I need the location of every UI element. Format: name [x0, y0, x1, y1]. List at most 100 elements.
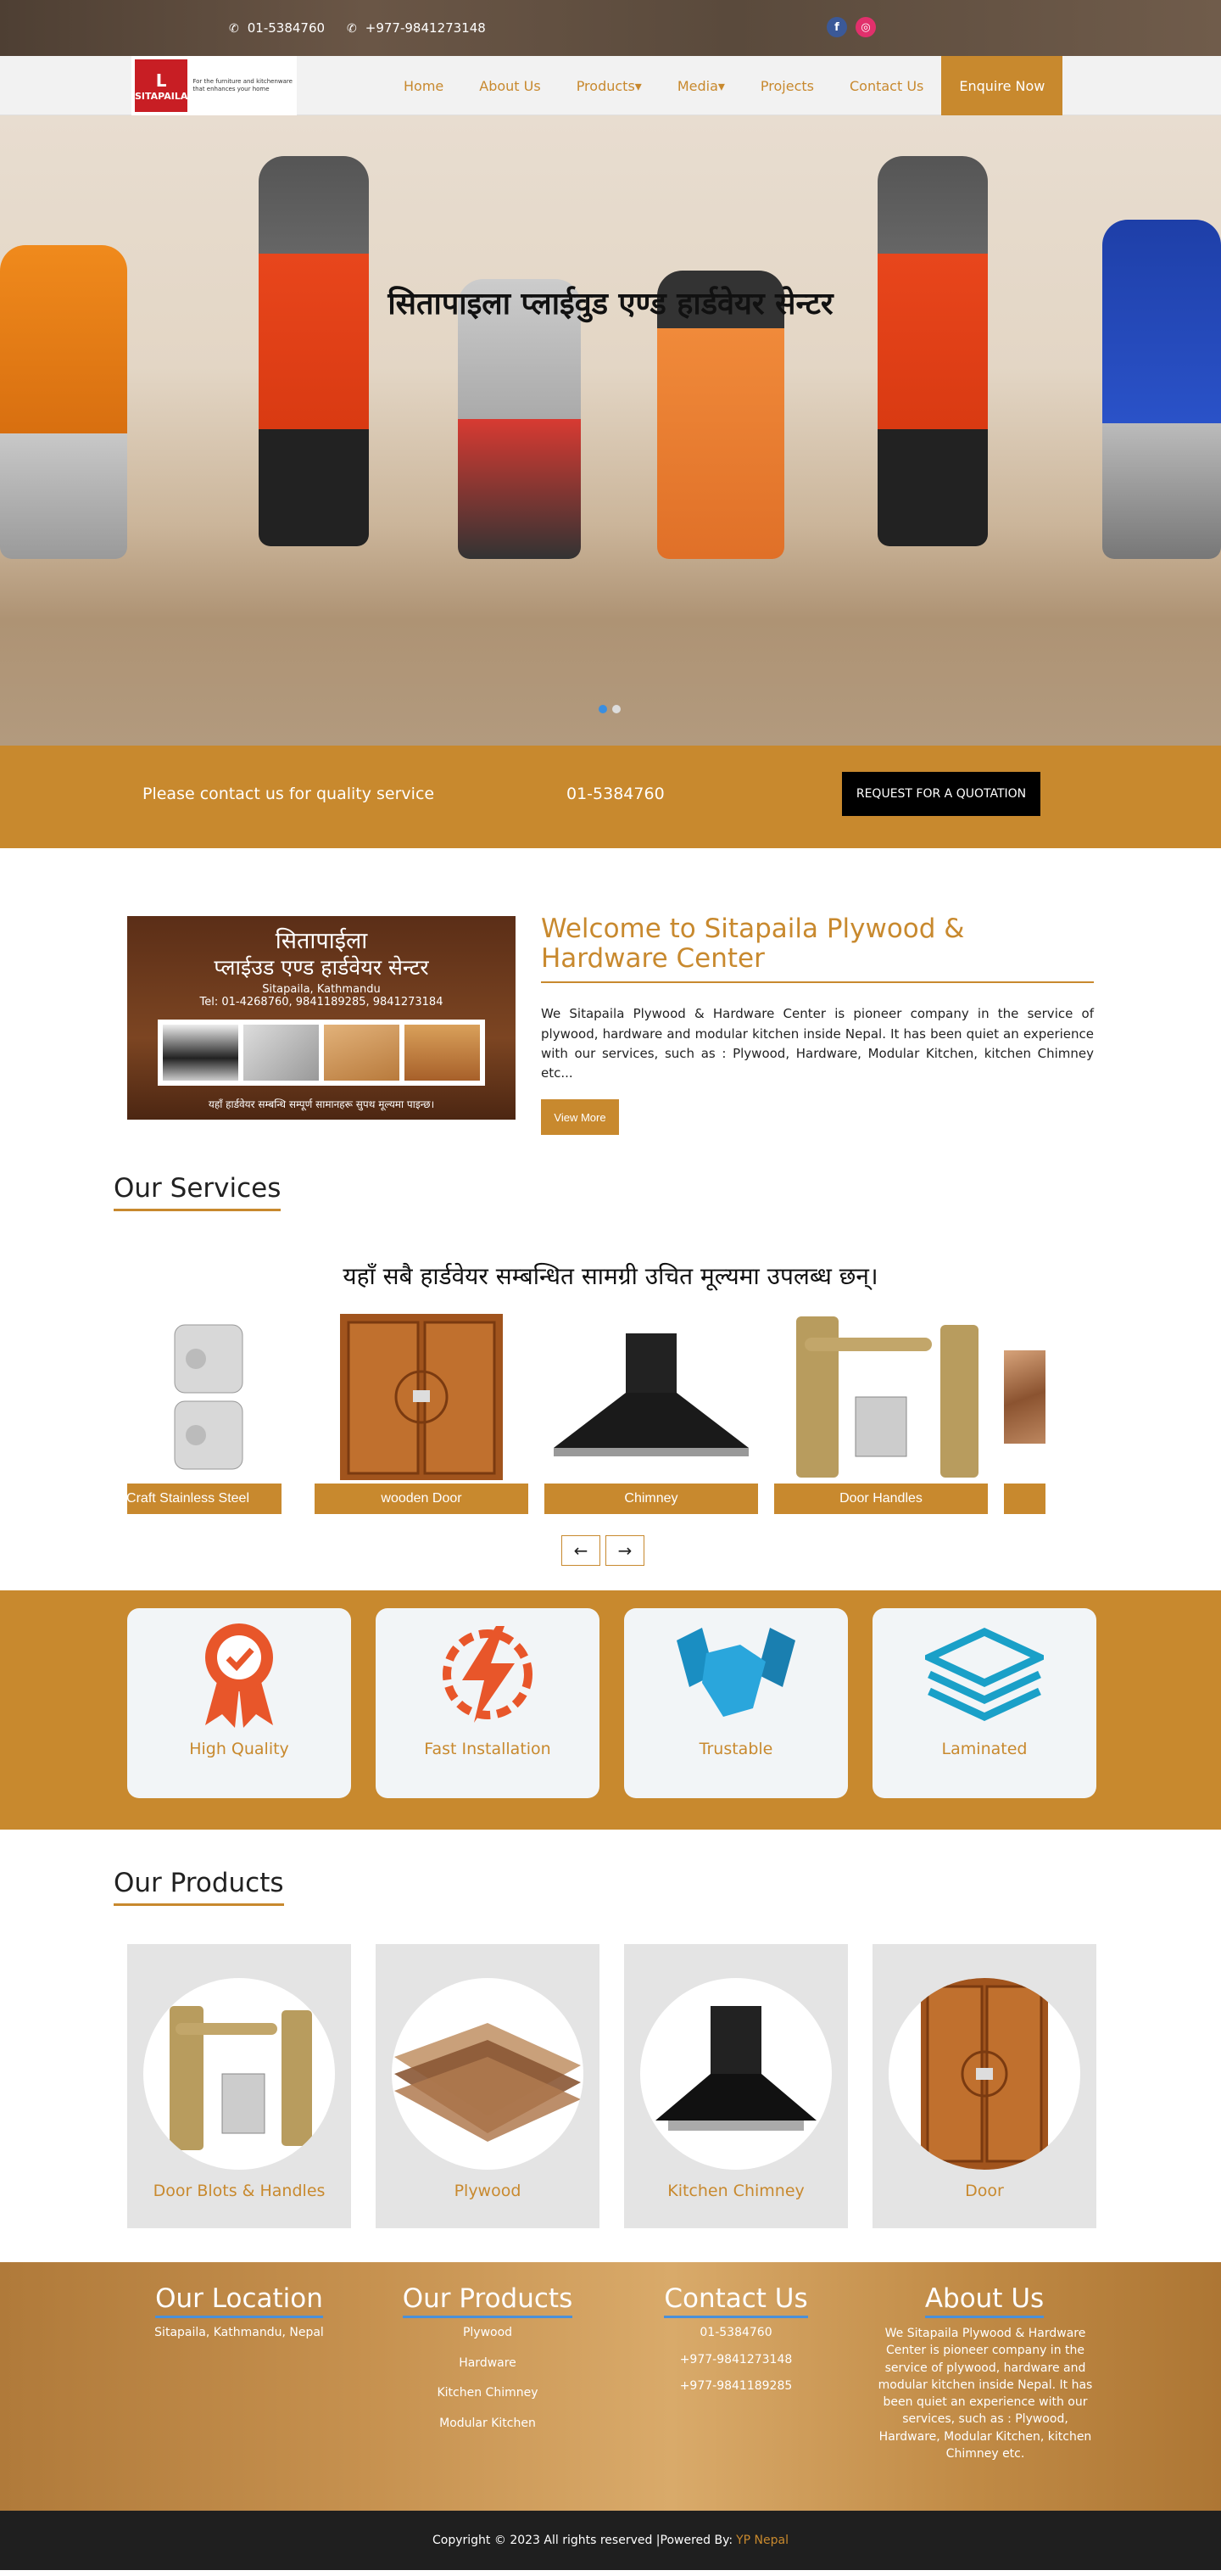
arrow-left-icon[interactable]: ← — [561, 1535, 600, 1566]
site-logo[interactable]: L SITAPAILA For the furniture and kitchen… — [131, 56, 297, 115]
nav-projects[interactable]: Projects — [743, 56, 832, 115]
layers-icon — [873, 1608, 1096, 1740]
service-card[interactable]: Craft Stainless Steel — [127, 1310, 282, 1514]
drill-image — [259, 156, 369, 546]
features-band: High Quality Fast Installation Trustable… — [0, 1590, 1221, 1830]
phone-icon: ✆ — [347, 22, 357, 36]
welcome-body: We Sitapaila Plywood & Hardware Center i… — [541, 1006, 1094, 1081]
footer-contact: Contact Us 01-5384760 +977-9841273148 +9… — [624, 2283, 848, 2395]
facebook-icon[interactable]: f — [827, 17, 847, 37]
services-title: Our Services — [114, 1173, 282, 1211]
service-card[interactable]: wooden Door — [315, 1310, 528, 1514]
banner-heading-1: सितापाईला — [275, 928, 368, 954]
kitchen-chimney-image — [640, 1978, 832, 2170]
slider-dots — [599, 705, 621, 713]
quality-badge-icon — [127, 1608, 351, 1740]
nav-media[interactable]: Media▾ — [660, 56, 743, 115]
welcome-banner-image: सितापाईला प्लाईउड एण्ड हार्डवेयर सेन्टर … — [127, 916, 516, 1120]
phone-1[interactable]: ✆ 01-5384760 — [229, 20, 325, 36]
hero-slider: सितापाइला प्लाईवुड एण्ड हार्डवेयर सेन्टर — [0, 115, 1221, 746]
banner-product-strip — [158, 1020, 485, 1086]
footer-product-link[interactable]: Modular Kitchen — [376, 2416, 599, 2433]
logo-text: SITAPAILA — [135, 90, 188, 102]
services-section: Our Services यहाँ सबै हार्डवेयर सम्बन्धि… — [0, 1158, 1221, 1590]
service-label: Craft Stainless Steel — [127, 1484, 282, 1514]
enquire-now-button[interactable]: Enquire Now — [941, 56, 1063, 115]
service-label: Door Handles — [774, 1484, 988, 1514]
arrow-right-icon[interactable]: → — [605, 1535, 644, 1566]
banner-city: Sitapaila, Kathmandu — [262, 983, 381, 997]
welcome-text: Welcome to Sitapaila Plywood & Hardware … — [541, 914, 1094, 1136]
powered-by-link[interactable]: YP Nepal — [736, 2534, 789, 2547]
feature-name: Trustable — [699, 1740, 773, 1758]
drill-2-image — [878, 156, 988, 546]
top-contacts: ✆ 01-5384760 ✆ +977-9841273148 — [229, 0, 486, 56]
footer-about-title: About Us — [924, 2283, 1045, 2318]
footer-location-title: Our Location — [155, 2283, 323, 2318]
feature-card: Fast Installation — [376, 1608, 599, 1798]
footer-product-link[interactable]: Kitchen Chimney — [376, 2385, 599, 2402]
door-handle-image — [774, 1310, 988, 1484]
nav-contact-us[interactable]: Contact Us — [832, 56, 941, 115]
feature-name: High Quality — [189, 1740, 289, 1758]
footer-contact-item[interactable]: +977-9841273148 — [624, 2352, 848, 2369]
jigsaw-2-image — [1102, 220, 1221, 559]
footer-product-link[interactable]: Plywood — [376, 2325, 599, 2342]
view-more-button[interactable]: View More — [541, 1099, 619, 1136]
footer-about: About Us We Sitapaila Plywood & Hardware… — [873, 2283, 1096, 2462]
product-name: Door Blots & Handles — [153, 2182, 326, 2200]
service-card[interactable]: Door Handles — [774, 1310, 988, 1514]
phone-2-text: +977-9841273148 — [365, 20, 486, 36]
cta-text: Please contact us for quality service — [142, 785, 435, 803]
nav-about-us[interactable]: About Us — [461, 56, 558, 115]
service-card[interactable]: Chimney — [544, 1310, 758, 1514]
plywood-image — [392, 1978, 583, 2170]
service-card[interactable] — [1004, 1310, 1045, 1514]
request-quotation-button[interactable]: REQUEST FOR A QUOTATION — [842, 772, 1040, 816]
footer-contact-item[interactable]: +977-9841189285 — [624, 2378, 848, 2395]
nav-home[interactable]: Home — [386, 56, 461, 115]
site-footer: Our Location Sitapaila, Kathmandu, Nepal… — [0, 2262, 1221, 2511]
instagram-icon[interactable]: ◎ — [856, 17, 876, 37]
copyright-bar: Copyright © 2023 All rights reserved |Po… — [0, 2511, 1221, 2570]
footer-location: Our Location Sitapaila, Kathmandu, Nepal — [127, 2283, 351, 2342]
wooden-door-image — [315, 1310, 528, 1484]
hinge-image — [127, 1310, 282, 1484]
welcome-section: सितापाईला प्लाईउड एण्ड हार्डवेयर सेन्टर … — [0, 848, 1221, 1158]
slider-dot-2[interactable] — [612, 705, 621, 713]
phone-1-text: 01-5384760 — [247, 20, 326, 36]
slider-dot-1[interactable] — [599, 705, 607, 713]
products-title: Our Products — [114, 1868, 284, 1906]
product-name: Plywood — [454, 2182, 521, 2200]
banner-heading-2: प्लाईउड एण्ड हार्डवेयर सेन्टर — [214, 954, 429, 980]
feature-name: Laminated — [941, 1740, 1028, 1758]
phone-icon: ✆ — [229, 22, 239, 36]
banner-footer: यहाँ हार्डवेयर सम्बन्धि सम्पूर्ण सामानहर… — [208, 1098, 435, 1110]
product-name: Kitchen Chimney — [667, 2182, 805, 2200]
feature-card: Laminated — [873, 1608, 1096, 1798]
footer-contact-item[interactable]: 01-5384760 — [624, 2325, 848, 2342]
top-bar: ✆ 01-5384760 ✆ +977-9841273148 f ◎ — [0, 0, 1221, 56]
feature-name: Fast Installation — [424, 1740, 551, 1758]
cta-phone[interactable]: 01-5384760 — [566, 785, 665, 803]
handshake-icon — [624, 1608, 848, 1740]
product-card[interactable]: Door Blots & Handles — [127, 1944, 351, 2228]
footer-location-text: Sitapaila, Kathmandu, Nepal — [154, 2326, 324, 2339]
product-card[interactable]: Door — [873, 1944, 1096, 2228]
cta-band: Please contact us for quality service 01… — [0, 746, 1221, 848]
social-links: f ◎ — [827, 17, 876, 37]
footer-product-link[interactable]: Hardware — [376, 2355, 599, 2372]
product-name: Door — [965, 2182, 1004, 2200]
welcome-title: Welcome to Sitapaila Plywood & Hardware … — [541, 914, 1094, 984]
feature-card: Trustable — [624, 1608, 848, 1798]
nav-menu: Home About Us Products▾ Media▾ Projects … — [386, 56, 1063, 115]
door-handles-image — [143, 1978, 335, 2170]
services-carousel: Craft Stainless Steel wooden Door Chimne… — [127, 1310, 1045, 1514]
product-card[interactable]: Plywood — [376, 1944, 599, 2228]
copyright-text: Copyright © 2023 All rights reserved |Po… — [432, 2534, 733, 2547]
product-card[interactable]: Kitchen Chimney — [624, 1944, 848, 2228]
footer-about-text: We Sitapaila Plywood & Hardware Center i… — [878, 2327, 1093, 2461]
nav-products[interactable]: Products▾ — [559, 56, 660, 115]
hero-title: सितापाइला प्लाईवुड एण्ड हार्डवेयर सेन्टर — [387, 286, 834, 321]
phone-2[interactable]: ✆ +977-9841273148 — [347, 20, 486, 36]
